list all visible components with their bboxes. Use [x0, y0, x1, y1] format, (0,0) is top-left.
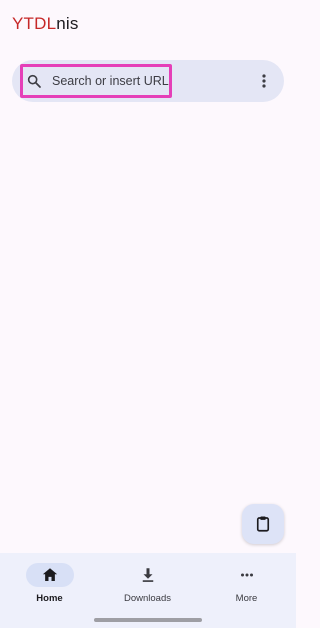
clipboard-icon — [256, 516, 270, 532]
more-horiz-icon — [240, 573, 253, 577]
nav-item-downloads[interactable]: Downloads — [98, 553, 197, 628]
paste-clipboard-button[interactable] — [242, 504, 284, 544]
search-icon[interactable] — [26, 73, 42, 89]
gesture-navigation-bar[interactable] — [94, 618, 202, 622]
nav-item-more[interactable]: More — [197, 553, 296, 628]
nav-label-home: Home — [36, 593, 63, 604]
app-title: YTDLnis — [12, 14, 79, 34]
app-title-brand: YTDL — [12, 14, 57, 33]
search-input[interactable]: Search or insert URL — [52, 73, 169, 89]
home-screen: YTDLnis Search or insert URL Home Downlo… — [0, 0, 296, 628]
nav-label-downloads: Downloads — [124, 593, 171, 604]
more-vert-icon[interactable] — [258, 72, 270, 90]
nav-item-home[interactable]: Home — [0, 553, 99, 628]
nav-label-more: More — [235, 593, 258, 604]
home-icon — [42, 568, 57, 581]
download-icon — [142, 568, 153, 582]
bottom-navigation: Home Downloads More — [0, 553, 296, 628]
app-title-suffix: nis — [56, 14, 79, 33]
